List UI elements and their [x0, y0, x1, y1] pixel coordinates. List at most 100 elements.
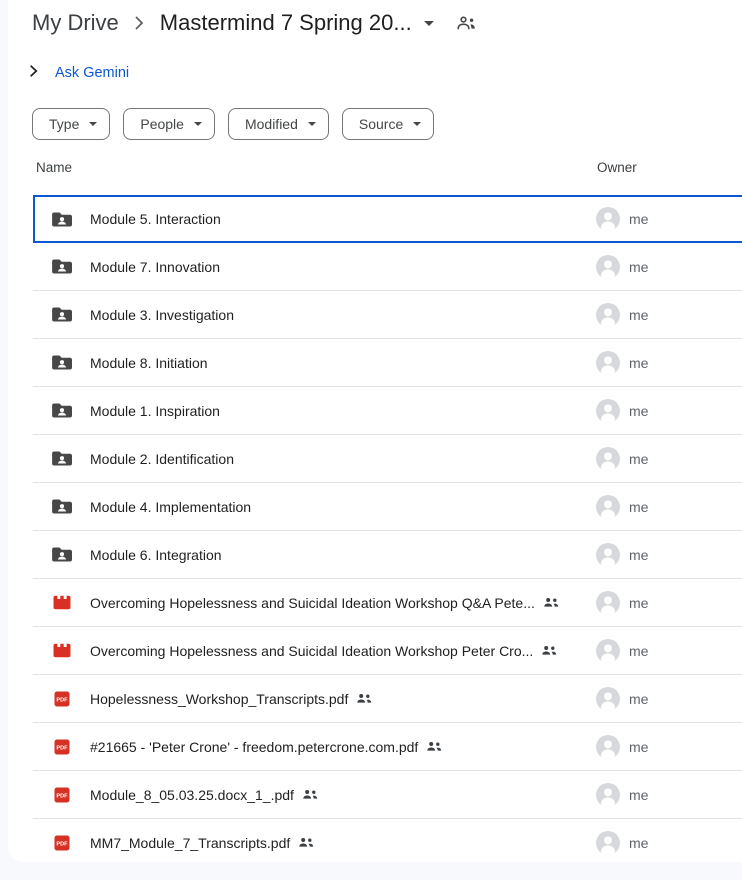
table-row[interactable]: PDF Overcoming Hopelessness and Suicidal…	[33, 627, 742, 675]
owner-avatar	[596, 543, 620, 567]
folder-shared-icon	[52, 258, 72, 275]
ask-gemini-toggle[interactable]: Ask Gemini	[30, 64, 129, 82]
shared-people-icon	[541, 645, 557, 656]
video-file-icon	[52, 595, 72, 610]
file-name: Module 4. Implementation	[90, 499, 251, 515]
table-row[interactable]: PDF Module 4. Implementation	[33, 483, 742, 531]
shared-people-icon	[543, 597, 559, 608]
owner-label: me	[629, 739, 648, 755]
owner-label: me	[629, 355, 648, 371]
shared-people-icon	[356, 693, 372, 704]
owner-label: me	[629, 211, 648, 227]
file-name: Module 1. Inspiration	[90, 403, 220, 419]
dropdown-caret-icon	[89, 122, 97, 126]
shared-people-icon	[302, 789, 318, 800]
table-row[interactable]: PDF Module 1. Inspiration	[33, 387, 742, 435]
owner-label: me	[629, 595, 648, 611]
owner-cell: me	[596, 447, 648, 471]
file-name: Overcoming Hopelessness and Suicidal Ide…	[90, 643, 533, 659]
file-list: PDF Module 5. Interaction	[33, 195, 742, 862]
owner-cell: me	[596, 255, 648, 279]
filter-chips: Type People Modified Source	[32, 108, 434, 140]
pdf-file-icon: PDF	[52, 787, 72, 803]
video-file-icon	[52, 643, 72, 658]
filter-chip-modified[interactable]: Modified	[228, 108, 329, 140]
owner-avatar	[596, 351, 620, 375]
file-name: Overcoming Hopelessness and Suicidal Ide…	[90, 595, 535, 611]
owner-avatar	[596, 303, 620, 327]
owner-label: me	[629, 643, 648, 659]
dropdown-caret-icon	[194, 122, 202, 126]
owner-label: me	[629, 451, 648, 467]
folder-shared-icon	[52, 306, 72, 323]
file-name: Module 6. Integration	[90, 547, 222, 563]
pdf-file-icon: PDF	[52, 691, 72, 707]
folder-shared-icon	[52, 211, 72, 228]
owner-cell: me	[596, 639, 648, 663]
table-row[interactable]: PDF MM7_Module_7_Transcripts.pdf	[33, 819, 742, 862]
file-name: Module_8_05.03.25.docx_1_.pdf	[90, 787, 294, 803]
owner-cell: me	[596, 303, 648, 327]
table-row[interactable]: PDF Module 5. Interaction	[33, 195, 742, 243]
file-name: #21665 - 'Peter Crone' - freedom.petercr…	[90, 739, 418, 755]
breadcrumb-my-drive[interactable]: My Drive	[32, 10, 119, 36]
owner-cell: me	[596, 351, 648, 375]
folder-shared-icon	[52, 450, 72, 467]
owner-cell: me	[596, 735, 648, 759]
file-name: MM7_Module_7_Transcripts.pdf	[90, 835, 290, 851]
table-row[interactable]: PDF Module 3. Investigation	[33, 291, 742, 339]
owner-cell: me	[596, 543, 648, 567]
chip-label: People	[140, 116, 184, 132]
chip-label: Modified	[245, 116, 298, 132]
content-card: My Drive Mastermind 7 Spring 20...	[8, 0, 742, 862]
owner-cell: me	[596, 399, 648, 423]
file-name: Module 5. Interaction	[90, 211, 221, 227]
folder-shared-icon	[52, 354, 72, 371]
dropdown-caret-icon	[413, 122, 421, 126]
table-row[interactable]: PDF Module 7. Innovation	[33, 243, 742, 291]
owner-cell: me	[596, 591, 648, 615]
chip-label: Source	[359, 116, 403, 132]
pdf-file-icon: PDF	[52, 739, 72, 755]
drive-page: My Drive Mastermind 7 Spring 20...	[0, 0, 742, 880]
owner-avatar	[596, 831, 620, 855]
owner-label: me	[629, 307, 648, 323]
owner-cell: me	[596, 495, 648, 519]
column-header-owner[interactable]: Owner	[597, 160, 637, 175]
owner-cell: me	[596, 207, 648, 231]
chip-label: Type	[49, 116, 79, 132]
owner-label: me	[629, 787, 648, 803]
ask-gemini-label: Ask Gemini	[55, 65, 129, 81]
filter-chip-type[interactable]: Type	[32, 108, 110, 140]
owner-avatar	[596, 255, 620, 279]
table-row[interactable]: PDF Overcoming Hopelessness and Suicidal…	[33, 579, 742, 627]
owner-avatar	[596, 399, 620, 423]
dropdown-caret-icon[interactable]	[424, 21, 434, 26]
breadcrumb-current-folder[interactable]: Mastermind 7 Spring 20...	[160, 10, 434, 36]
filter-chip-people[interactable]: People	[123, 108, 215, 140]
svg-text:PDF: PDF	[56, 697, 68, 703]
folder-shared-icon	[52, 402, 72, 419]
svg-text:PDF: PDF	[56, 841, 68, 847]
owner-cell: me	[596, 687, 648, 711]
table-row[interactable]: PDF Module 6. Integration	[33, 531, 742, 579]
filter-chip-source[interactable]: Source	[342, 108, 434, 140]
table-row[interactable]: PDF Module 2. Identification	[33, 435, 742, 483]
owner-cell: me	[596, 831, 648, 855]
file-name: Hopelessness_Workshop_Transcripts.pdf	[90, 691, 348, 707]
owner-label: me	[629, 691, 648, 707]
table-row[interactable]: PDF Module 8. Initiation	[33, 339, 742, 387]
breadcrumb: My Drive Mastermind 7 Spring 20...	[32, 10, 477, 36]
column-header-name[interactable]: Name	[36, 160, 72, 175]
chevron-right-icon	[30, 64, 38, 82]
shared-people-icon[interactable]	[456, 15, 477, 31]
table-row[interactable]: PDF Hopelessness_Workshop_Transcripts.pd…	[33, 675, 742, 723]
owner-avatar	[596, 447, 620, 471]
table-row[interactable]: PDF Module_8_05.03.25.docx_1_.pdf	[33, 771, 742, 819]
dropdown-caret-icon	[308, 122, 316, 126]
owner-label: me	[629, 499, 648, 515]
file-name: Module 2. Identification	[90, 451, 234, 467]
table-row[interactable]: PDF #21665 - 'Peter Crone' - freedom.pet…	[33, 723, 742, 771]
owner-avatar	[596, 687, 620, 711]
file-name: Module 3. Investigation	[90, 307, 234, 323]
